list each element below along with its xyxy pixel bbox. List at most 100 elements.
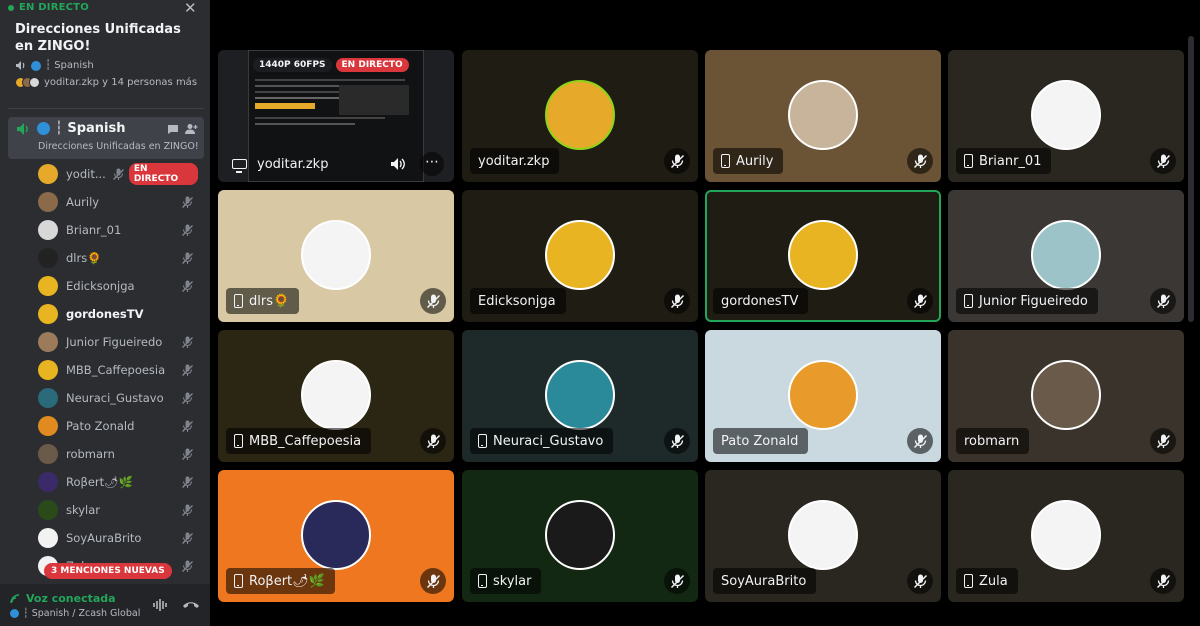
name-tag: Neuraci_Gustavo — [470, 428, 614, 454]
mobile-device-icon — [964, 574, 973, 588]
mobile-device-icon — [721, 154, 730, 168]
name-tag: gordonesTV — [713, 288, 809, 314]
live-badge: EN DIRECTO — [128, 163, 198, 185]
muted-mic-icon — [664, 288, 690, 314]
member-row[interactable]: robmarn — [38, 442, 198, 466]
muted-mic-icon — [664, 148, 690, 174]
avatar — [38, 416, 58, 436]
participant-name: gordonesTV — [721, 293, 799, 309]
participant-tile[interactable]: Edicksonjga — [462, 190, 698, 322]
member-name: robmarn — [66, 447, 115, 461]
muted-mic-icon — [907, 148, 933, 174]
member-row[interactable]: MBB_Caffepoesia — [38, 358, 198, 382]
avatar — [788, 360, 858, 430]
globe-icon — [31, 60, 41, 71]
avatar — [788, 500, 858, 570]
participant-tile[interactable]: robmarn — [948, 330, 1184, 462]
chat-icon[interactable] — [167, 123, 179, 135]
speaker-icon — [17, 122, 28, 135]
volume-icon[interactable] — [390, 157, 406, 171]
muted-mic-icon — [907, 288, 933, 314]
member-name: Brianr_01 — [66, 223, 122, 237]
stage-title: Direcciones Unificadas en ZINGO! — [15, 22, 181, 54]
channel-sidebar: EN DIRECTO ✕ Direcciones Unificadas en Z… — [0, 0, 210, 626]
muted-mic-icon — [181, 502, 194, 521]
voice-status[interactable]: Voz conectada — [10, 592, 116, 605]
more-options-icon[interactable]: ⋯ — [420, 152, 444, 176]
member-row[interactable]: Junior Figueiredo — [38, 330, 198, 354]
name-tag: dlrs🌻 — [226, 288, 300, 314]
member-name: Edicksonjga — [66, 279, 135, 293]
avatar — [1031, 220, 1101, 290]
participant-tile[interactable]: Neuraci_Gustavo — [462, 330, 698, 462]
participant-tile[interactable]: Junior Figueiredo — [948, 190, 1184, 322]
avatar — [38, 248, 58, 268]
participant-name: robmarn — [964, 433, 1020, 449]
avatar — [1031, 500, 1101, 570]
member-row[interactable]: yodit... EN DIRECTO — [38, 162, 198, 186]
participant-tile[interactable]: MBB_Caffepoesia — [218, 330, 454, 462]
mobile-device-icon — [234, 434, 243, 448]
mobile-device-icon — [964, 154, 973, 168]
member-row[interactable]: Edicksonjga — [38, 274, 198, 298]
close-icon[interactable]: ✕ — [184, 0, 197, 17]
mobile-device-icon — [234, 574, 243, 588]
participant-tile[interactable]: Brianr_01 — [948, 50, 1184, 182]
member-name: dlrs🌻 — [66, 251, 102, 265]
stream-tile[interactable]: 1440P 60FPS EN DIRECTO yoditar.zkp ⋯ — [218, 50, 454, 182]
participant-tile[interactable]: SoyAuraBrito — [705, 470, 941, 602]
member-row[interactable]: Roβert🌶🌿 — [38, 470, 198, 494]
participant-tile[interactable]: dlrs🌻 — [218, 190, 454, 322]
participant-name: Zula — [979, 573, 1008, 589]
disconnect-icon[interactable] — [182, 598, 200, 612]
member-row[interactable]: Neuraci_Gustavo — [38, 386, 198, 410]
name-tag: yoditar.zkp — [470, 148, 560, 174]
member-row[interactable]: Aurily — [38, 190, 198, 214]
participant-name: Neuraci_Gustavo — [493, 433, 604, 449]
participant-tile[interactable]: Pato Zonald — [705, 330, 941, 462]
avatar — [38, 472, 58, 492]
app-root: EN DIRECTO ✕ Direcciones Unificadas en Z… — [0, 0, 1200, 626]
mobile-device-icon — [478, 434, 487, 448]
mobile-device-icon — [478, 574, 487, 588]
participant-tile[interactable]: Aurily — [705, 50, 941, 182]
muted-mic-icon — [420, 568, 446, 594]
avatar — [1031, 360, 1101, 430]
participant-name: Brianr_01 — [979, 153, 1042, 169]
participant-tile[interactable]: Roβert🌶🌿 — [218, 470, 454, 602]
participant-tile[interactable]: Zula — [948, 470, 1184, 602]
participant-name: Junior Figueiredo — [979, 293, 1088, 309]
noise-suppression-icon[interactable] — [152, 598, 170, 612]
name-tag: Junior Figueiredo — [956, 288, 1098, 314]
voice-status-label: Voz conectada — [26, 592, 116, 605]
member-row[interactable]: SoyAuraBrito — [38, 526, 198, 550]
scrollbar[interactable] — [1188, 36, 1194, 322]
muted-mic-icon — [1150, 288, 1176, 314]
globe-icon — [10, 609, 19, 618]
member-row[interactable]: gordonesTV — [38, 302, 198, 326]
member-row[interactable]: dlrs🌻 — [38, 246, 198, 270]
people-avatars — [15, 77, 40, 88]
voice-channel-spanish[interactable]: ┆ Spanish Direcciones Unificadas en ZING… — [8, 117, 204, 159]
avatar — [545, 80, 615, 150]
name-tag: robmarn — [956, 428, 1030, 454]
mentions-badge[interactable]: 3 MENCIONES NUEVAS — [44, 563, 172, 579]
avatar — [545, 220, 615, 290]
participant-tile[interactable]: gordonesTV — [705, 190, 941, 322]
channel-name: ┆ Spanish — [16, 121, 126, 136]
member-row[interactable]: skylar — [38, 498, 198, 522]
participant-tile[interactable]: yoditar.zkp — [462, 50, 698, 182]
name-tag: MBB_Caffepoesia — [226, 428, 372, 454]
participant-name: Pato Zonald — [721, 433, 799, 449]
participant-tile[interactable]: skylar — [462, 470, 698, 602]
name-tag: Brianr_01 — [956, 148, 1052, 174]
member-name: Pato Zonald — [66, 419, 135, 433]
name-tag: Aurily — [713, 148, 784, 174]
member-row[interactable]: Pato Zonald — [38, 414, 198, 438]
stage-people-label: yoditar.zkp y 14 personas más — [44, 77, 198, 88]
invite-user-icon[interactable] — [185, 123, 198, 135]
avatar — [788, 80, 858, 150]
member-row[interactable]: Brianr_01 — [38, 218, 198, 242]
muted-mic-icon — [1150, 428, 1176, 454]
voice-connection-panel: Voz conectada ┆ Spanish / Zcash Global — [0, 584, 210, 626]
